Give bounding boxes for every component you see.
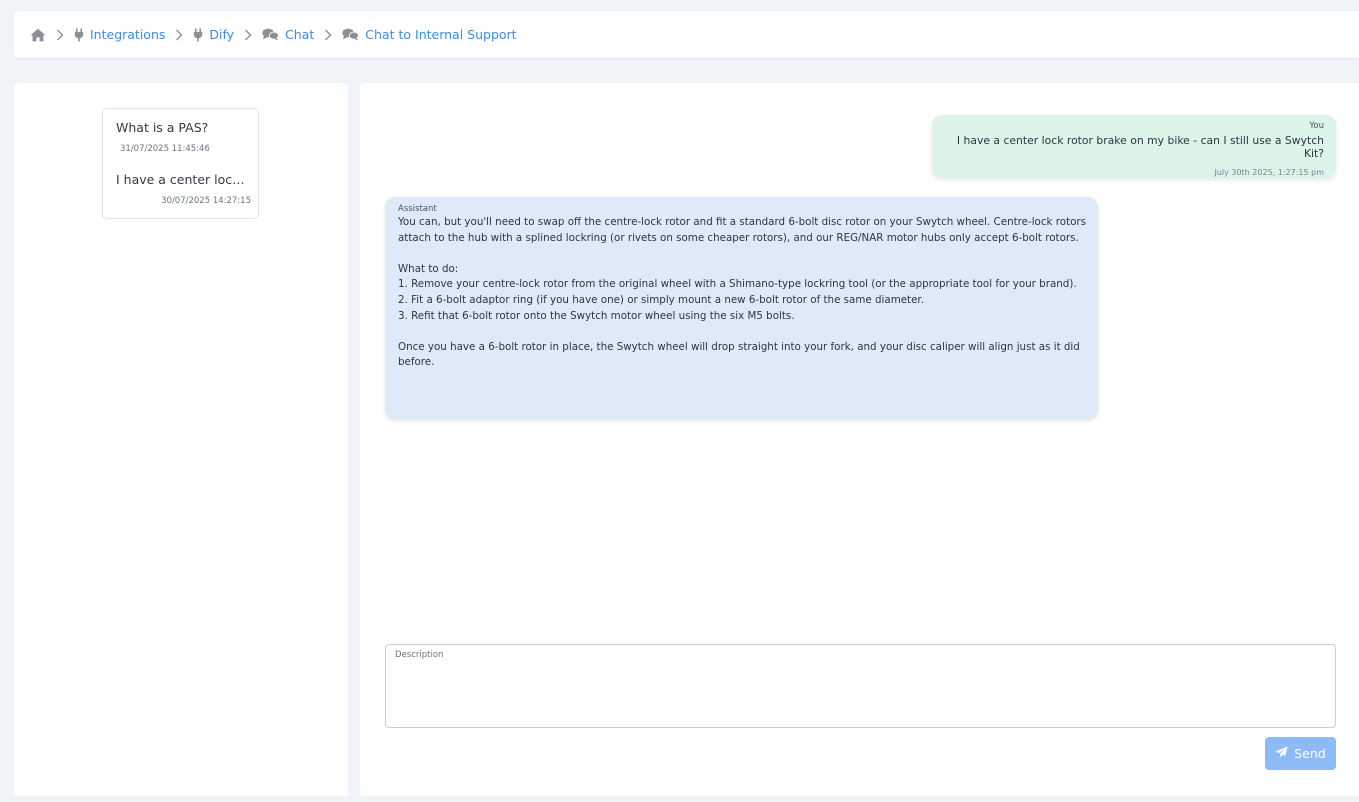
message-line-gap bbox=[398, 246, 1086, 262]
chat-history-panel: What is a PAS? 31/07/2025 11:45:46 I hav… bbox=[14, 83, 348, 796]
breadcrumb-integrations[interactable]: Integrations bbox=[74, 27, 165, 42]
message-line-gap bbox=[398, 324, 1086, 340]
message-text: I have a center lock rotor brake on my b… bbox=[956, 134, 1324, 160]
breadcrumb-label: Chat bbox=[285, 27, 315, 42]
message-line: Once you have a 6-bolt rotor in place, t… bbox=[398, 340, 1080, 369]
breadcrumb-chat[interactable]: Chat bbox=[262, 27, 314, 42]
user-message-bubble: You I have a center lock rotor brake on … bbox=[932, 115, 1336, 178]
plug-icon bbox=[74, 28, 84, 42]
chevron-right-icon bbox=[324, 29, 332, 41]
send-button[interactable]: Send bbox=[1265, 737, 1336, 770]
chat-history-date: 30/07/2025 14:27:15 bbox=[161, 196, 251, 206]
description-label: Description bbox=[395, 650, 444, 660]
message-line: What to do: bbox=[398, 262, 459, 275]
message-timestamp: July 30th 2025, 1:27:15 pm bbox=[1214, 168, 1324, 177]
chat-bubbles-icon bbox=[262, 28, 279, 41]
breadcrumb-label: Chat to Internal Support bbox=[365, 27, 517, 42]
message-sender: Assistant bbox=[398, 204, 437, 214]
breadcrumb-label: Integrations bbox=[90, 27, 166, 42]
chevron-right-icon bbox=[175, 29, 183, 41]
breadcrumb-dify[interactable]: Dify bbox=[193, 27, 234, 42]
chat-history-item[interactable]: What is a PAS? 31/07/2025 11:45:46 bbox=[116, 120, 251, 154]
plug-icon bbox=[193, 28, 203, 42]
chat-history-title: What is a PAS? bbox=[116, 120, 209, 135]
breadcrumb-label: Dify bbox=[209, 27, 235, 42]
message-line: 2. Fit a 6-bolt adaptor ring (if you hav… bbox=[398, 293, 924, 306]
description-input[interactable]: Description bbox=[385, 644, 1336, 728]
breadcrumb-chat-to-internal-support[interactable]: Chat to Internal Support bbox=[342, 27, 517, 42]
assistant-message-bubble: Assistant You can, but you'll need to sw… bbox=[385, 197, 1098, 419]
chevron-right-icon bbox=[56, 29, 64, 41]
home-icon[interactable] bbox=[30, 28, 46, 42]
chat-panel: You I have a center lock rotor brake on … bbox=[360, 83, 1359, 796]
chat-history-list: What is a PAS? 31/07/2025 11:45:46 I hav… bbox=[102, 108, 259, 219]
chevron-right-icon bbox=[244, 29, 252, 41]
send-label: Send bbox=[1294, 746, 1326, 761]
breadcrumb: Integrations Dify Chat Chat to Internal … bbox=[14, 11, 1359, 58]
chat-history-item[interactable]: I have a center lock rotor brake on my b… bbox=[116, 172, 251, 206]
message-line: 1. Remove your centre-lock rotor from th… bbox=[398, 278, 1077, 291]
chat-bubbles-icon bbox=[342, 28, 360, 41]
paper-plane-icon bbox=[1275, 746, 1288, 761]
chat-history-title: I have a center lock rotor brake on my b… bbox=[116, 172, 251, 187]
message-line: You can, but you'll need to swap off the… bbox=[398, 216, 1086, 244]
message-text: You can, but you'll need to swap off the… bbox=[398, 215, 1086, 371]
message-line: 3. Refit that 6-bolt rotor onto the Swyt… bbox=[398, 309, 795, 322]
message-sender: You bbox=[1309, 121, 1324, 131]
chat-history-date: 31/07/2025 11:45:46 bbox=[120, 144, 210, 154]
